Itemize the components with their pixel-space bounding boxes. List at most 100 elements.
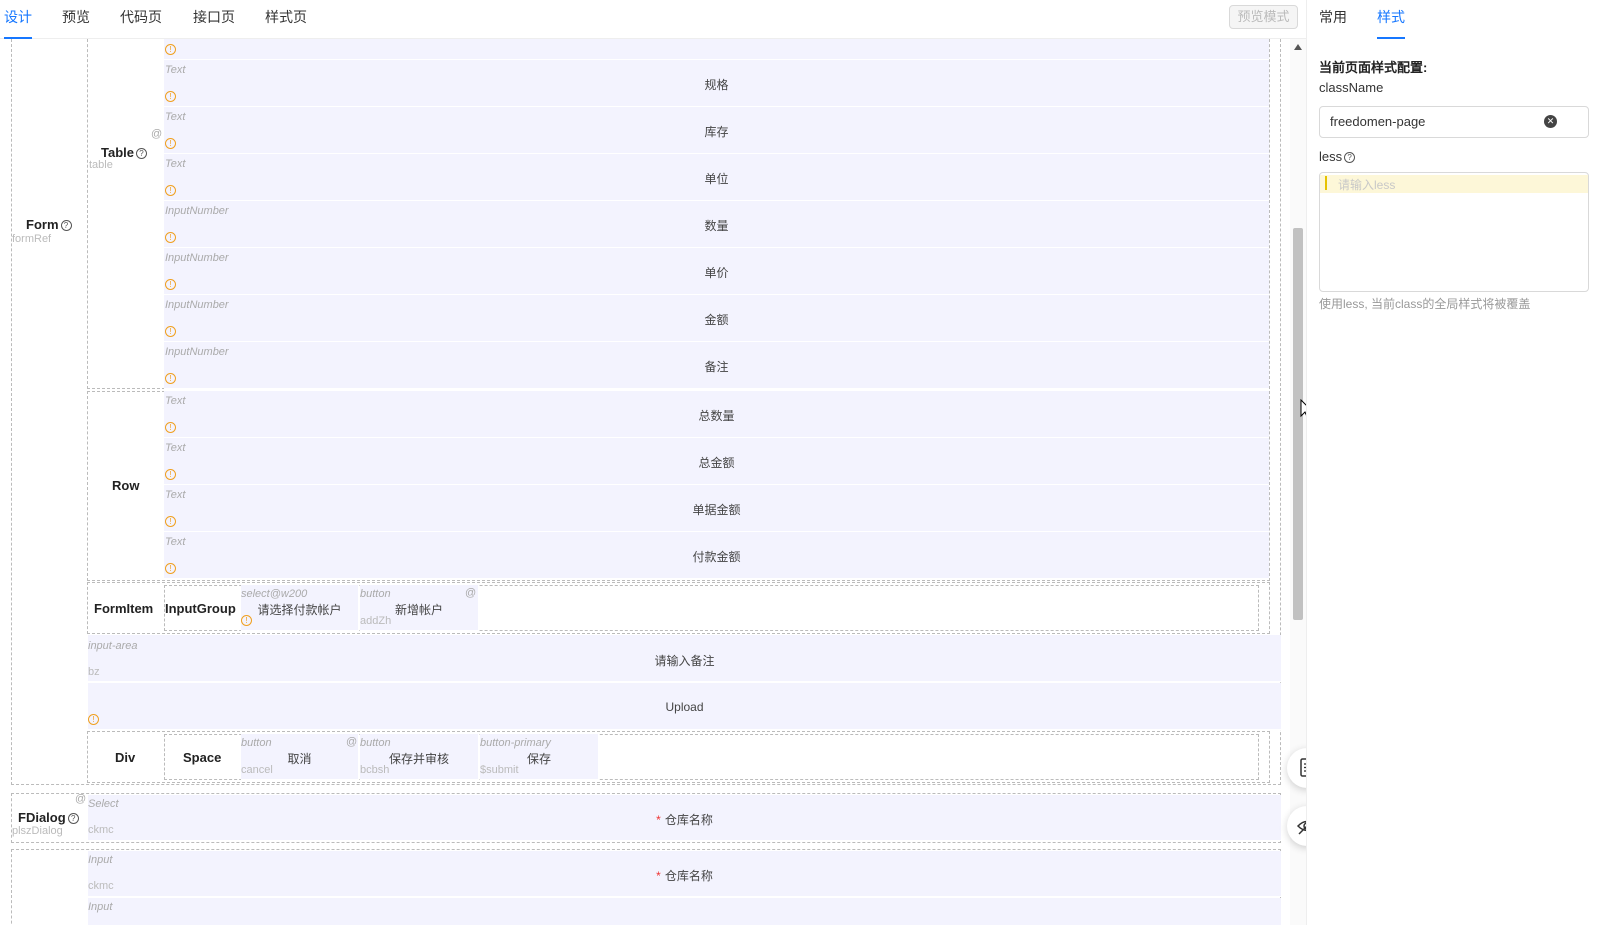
upload-field[interactable]: Upload ! xyxy=(88,683,1281,730)
row-value: * 仓库名称 xyxy=(656,869,713,883)
scrollbar-thumb[interactable] xyxy=(1293,228,1303,620)
clear-icon[interactable]: ✕ xyxy=(1544,115,1557,128)
less-textarea[interactable]: 请输入less xyxy=(1319,172,1589,292)
panel-title: 当前页面样式配置: xyxy=(1319,60,1428,75)
tab-common[interactable]: 常用 xyxy=(1319,0,1347,39)
scroll-up-arrow-icon[interactable] xyxy=(1294,44,1302,50)
form-label: Form? xyxy=(26,217,72,232)
table-row[interactable]: Text 规格 ! xyxy=(164,60,1269,107)
cancel-button[interactable]: button 取消 cancel @ xyxy=(241,734,358,780)
form-ref: formRef xyxy=(12,233,52,245)
text-caret xyxy=(1325,176,1327,190)
help-icon[interactable]: ? xyxy=(67,813,79,825)
control-type: Text xyxy=(165,489,186,501)
style-config-panel: 常用 样式 当前页面样式配置: className freedomen-page… xyxy=(1306,0,1600,925)
row-label: Row xyxy=(112,478,140,493)
row-value: 请选择付款帐户 xyxy=(257,603,342,617)
list-item[interactable]: Text 付款金额 ! xyxy=(164,532,1269,579)
fdialog-ref: plszDialog xyxy=(12,825,63,837)
design-canvas: Form? formRef Table? table @ 名称 ! Text 规… xyxy=(0,39,1290,925)
help-icon[interactable]: ? xyxy=(1344,152,1356,164)
tab-styles[interactable]: 样式 xyxy=(1377,0,1405,39)
add-account-button[interactable]: button 新增帐户 addZh @ xyxy=(360,585,478,631)
control-type: button xyxy=(360,588,391,600)
row-value: 单据金额 xyxy=(692,503,741,517)
tab-code[interactable]: 代码页 xyxy=(120,0,162,39)
at-icon[interactable]: @ xyxy=(465,587,476,599)
top-tab-bar: 设计 预览 代码页 接口页 样式页 预览模式 xyxy=(0,0,1306,39)
control-type: Text xyxy=(165,442,186,454)
row-value: 名称 xyxy=(164,39,1269,40)
warehouse-input[interactable]: Input * 仓库名称 ckmc xyxy=(88,851,1281,897)
list-item[interactable]: Text 总金额 ! xyxy=(164,438,1269,485)
row-value: 总金额 xyxy=(698,456,735,470)
list-item[interactable]: Text 总数量 ! xyxy=(164,391,1269,438)
row-value: 单价 xyxy=(704,266,729,280)
at-icon[interactable]: @ xyxy=(151,128,162,140)
control-type: Select xyxy=(88,798,119,810)
remark-textarea[interactable]: input-area 请输入备注 bz xyxy=(88,635,1281,682)
warning-icon: ! xyxy=(165,232,176,243)
field-ref: ckmc xyxy=(88,880,114,892)
row-value: 付款金额 xyxy=(692,550,741,564)
control-type: Text xyxy=(165,395,186,407)
warning-icon: ! xyxy=(165,326,176,337)
fdialog-label: FDialog? xyxy=(18,810,79,825)
row-value: * 仓库名称 xyxy=(656,813,713,827)
warning-icon: ! xyxy=(165,279,176,290)
control-type: select@w200 xyxy=(241,588,308,600)
warning-icon: ! xyxy=(165,91,176,102)
control-type: button xyxy=(241,737,272,749)
help-icon[interactable]: ? xyxy=(60,220,72,232)
preview-mode-button[interactable]: 预览模式 xyxy=(1229,5,1298,29)
at-icon[interactable]: @ xyxy=(75,793,86,805)
control-type: button xyxy=(360,737,391,749)
control-type: Input xyxy=(88,901,113,913)
warning-icon: ! xyxy=(165,469,176,480)
save-button[interactable]: button-primary 保存 $submit xyxy=(480,734,598,780)
warning-icon: ! xyxy=(165,422,176,433)
warehouse-select[interactable]: Select * 仓库名称 ckmc xyxy=(88,795,1281,841)
control-type: InputNumber xyxy=(165,205,229,217)
row-value: 备注 xyxy=(704,360,729,374)
table-row[interactable]: InputNumber 单价 ! xyxy=(164,248,1269,295)
table-row[interactable]: InputNumber 备注 ! xyxy=(164,342,1269,389)
list-item[interactable]: Input xyxy=(88,898,1281,925)
table-row[interactable]: 名称 ! xyxy=(164,39,1269,60)
table-row[interactable]: InputNumber 金额 ! xyxy=(164,295,1269,342)
table-ref: table xyxy=(89,159,113,171)
field-ref: bz xyxy=(88,666,100,678)
list-item[interactable]: Text 单据金额 ! xyxy=(164,485,1269,532)
row-value: 金额 xyxy=(704,313,729,327)
control-type: Text xyxy=(165,111,186,123)
table-row[interactable]: Text 库存 ! xyxy=(164,107,1269,154)
less-placeholder: 请输入less xyxy=(1338,178,1396,192)
warning-icon: ! xyxy=(165,138,176,149)
row-value: Upload xyxy=(665,700,704,714)
space-label: Space xyxy=(183,750,222,765)
warning-icon: ! xyxy=(165,563,176,574)
tab-style[interactable]: 样式页 xyxy=(265,0,307,39)
warning-icon: ! xyxy=(165,516,176,527)
classname-label: className xyxy=(1319,80,1384,95)
table-row[interactable]: Text 单位 ! xyxy=(164,154,1269,201)
less-label: less? xyxy=(1319,149,1356,164)
control-type: Text xyxy=(165,158,186,170)
tab-design[interactable]: 设计 xyxy=(4,0,32,39)
tab-preview[interactable]: 预览 xyxy=(62,0,90,39)
tab-api[interactable]: 接口页 xyxy=(193,0,235,39)
save-and-approve-button[interactable]: button 保存并审核 bcbsh xyxy=(360,734,478,780)
account-select[interactable]: select@w200 请选择付款帐户 ! xyxy=(241,585,358,631)
row-value: 库存 xyxy=(704,125,729,139)
control-type: button-primary xyxy=(480,737,551,749)
div-label: Div xyxy=(115,750,136,765)
warning-icon: ! xyxy=(165,44,176,55)
help-icon[interactable]: ? xyxy=(136,148,147,160)
field-ref: cancel xyxy=(241,764,273,776)
at-icon[interactable]: @ xyxy=(346,736,357,748)
control-type: Text xyxy=(165,64,186,76)
row-value: 总数量 xyxy=(698,409,735,423)
table-row[interactable]: InputNumber 数量 ! xyxy=(164,201,1269,248)
table-label: Table? xyxy=(101,145,147,160)
warning-icon: ! xyxy=(241,615,252,626)
